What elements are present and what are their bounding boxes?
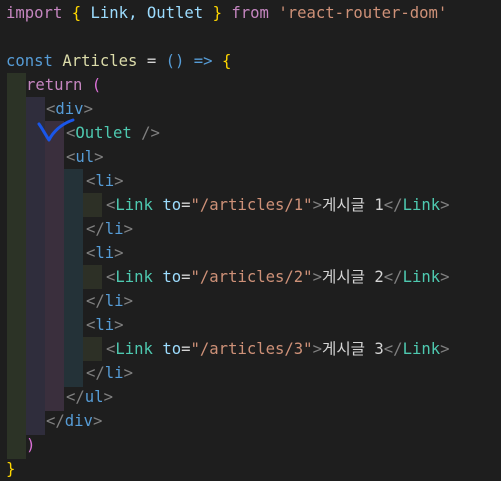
close-paren: ) (26, 436, 36, 454)
link-open-tag: Link (115, 340, 153, 358)
code-line-20: } (6, 457, 15, 481)
code-line-7: <ul> (66, 148, 104, 166)
outlet-tag: Outlet (75, 124, 132, 142)
to-attribute: to (162, 196, 182, 214)
code-line-14: <li> (86, 316, 124, 334)
import-names: Link, Outlet (90, 4, 204, 22)
to-attribute: to (162, 268, 182, 286)
code-line-15: <Link to="/articles/3">게시글 3</Link> (106, 340, 450, 358)
code-line-8: <li> (86, 172, 124, 190)
module-string: 'react-router-dom' (278, 4, 448, 22)
indent-guide-7 (83, 337, 102, 361)
link-text: 게시글 1 (321, 196, 384, 214)
link-open-tag: Link (115, 268, 153, 286)
link-close-tag: Link (402, 196, 441, 214)
const-keyword: const (6, 52, 53, 70)
link-text: 게시글 2 (321, 268, 384, 286)
link-path: "/articles/3" (190, 340, 313, 358)
indent-guide-2 (26, 97, 45, 435)
close-brace: } (6, 460, 16, 478)
li-open-tag: li (95, 244, 115, 262)
indent-guide-6 (83, 265, 102, 289)
code-line-16: </li> (86, 364, 133, 382)
link-text: 게시글 3 (321, 340, 384, 358)
link-open-tag: Link (115, 196, 153, 214)
li-open-tag: li (95, 316, 115, 334)
component-name: Articles (62, 52, 138, 70)
from-keyword: from (231, 4, 269, 22)
code-line-18: </div> (46, 412, 103, 430)
indent-guide-4 (64, 169, 83, 387)
code-line-11: <li> (86, 244, 124, 262)
li-close-tag: li (104, 364, 124, 382)
li-close-tag: li (104, 220, 124, 238)
code-line-17: </ul> (66, 388, 113, 406)
code-line-13: </li> (86, 292, 133, 310)
code-line-12: <Link to="/articles/2">게시글 2</Link> (106, 268, 450, 286)
indent-guide-3 (45, 121, 64, 411)
li-open-tag: li (95, 172, 115, 190)
li-close-tag: li (104, 292, 124, 310)
to-attribute: to (162, 340, 182, 358)
code-line-4: return ( (26, 76, 102, 94)
ul-close-tag: ul (84, 388, 104, 406)
code-line-3: const Articles = () => { (6, 52, 232, 70)
code-line-19: ) (26, 433, 35, 457)
code-line-1: import { Link, Outlet } from 'react-rout… (6, 4, 448, 22)
link-path: "/articles/2" (190, 268, 313, 286)
link-close-tag: Link (402, 268, 441, 286)
ul-open-tag: ul (75, 148, 95, 166)
checkmark-annotation-icon (37, 118, 75, 142)
code-line-10: </li> (86, 220, 133, 238)
link-path: "/articles/1" (190, 196, 313, 214)
div-close-tag: div (64, 412, 93, 430)
link-close-tag: Link (402, 340, 441, 358)
code-line-6: <Outlet /> (66, 124, 160, 142)
div-open-tag: div (55, 100, 84, 118)
indent-guide-1 (7, 73, 26, 459)
arrow-function: () => (165, 52, 213, 70)
return-keyword: return (26, 76, 83, 94)
indent-guide-5 (83, 193, 102, 217)
import-keyword: import (6, 4, 63, 22)
code-line-9: <Link to="/articles/1">게시글 1</Link> (106, 196, 450, 214)
code-editor[interactable]: import { Link, Outlet } from 'react-rout… (0, 0, 501, 480)
